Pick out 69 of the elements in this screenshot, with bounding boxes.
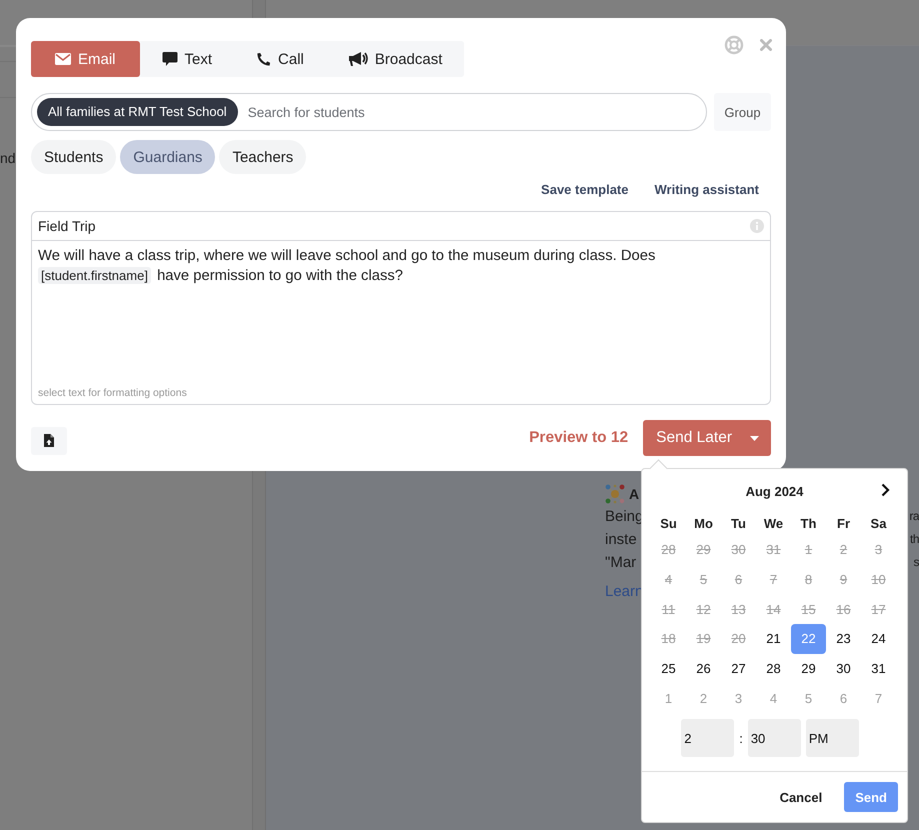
calendar-day[interactable]: 27 [721, 654, 756, 684]
month-title: Aug 2024 [746, 484, 804, 498]
period-field[interactable]: PM [806, 719, 859, 758]
cancel-button[interactable]: Cancel [774, 788, 828, 806]
calendar-day[interactable]: 6 [826, 683, 861, 714]
weekday-label: Mo [693, 515, 714, 533]
article-text: ra [909, 508, 919, 525]
calendar-day[interactable]: 29 [791, 654, 826, 684]
minute-field[interactable]: 30 [748, 719, 801, 758]
calendar-day[interactable]: 26 [686, 654, 721, 684]
recipient-field[interactable]: All families at RMT Test School Search for students [31, 93, 707, 131]
subject-field[interactable]: Field Trip [38, 218, 750, 234]
weekday-label: Fr [836, 515, 851, 533]
envelope-icon [55, 53, 71, 65]
audience-pill[interactable]: Teachers [219, 140, 306, 174]
calendar-day[interactable]: 1 [651, 683, 686, 714]
preview-link[interactable]: Preview to 12 [529, 429, 628, 447]
file-upload-icon [44, 434, 54, 447]
article-text: th [910, 531, 919, 548]
calendar-day[interactable]: 30 [826, 654, 861, 684]
calendar-day[interactable]: 2 [686, 683, 721, 714]
calendar-day[interactable]: 28 [756, 654, 791, 684]
time-separator: : [739, 730, 743, 746]
caret-icon [750, 436, 759, 440]
formatting-hint: select text for formatting options [37, 387, 188, 401]
calendar-day[interactable]: 21 [756, 624, 791, 654]
message-text: We will have a class trip, where we will leave school and go to the museum during class. Does [38, 248, 656, 264]
calendar-day[interactable]: 25 [651, 654, 686, 684]
action-link[interactable]: Save template [541, 182, 628, 197]
channel-tab[interactable]: Email [31, 41, 140, 77]
calendar-day[interactable]: 5 [791, 683, 826, 714]
megaphone-icon [348, 51, 368, 67]
message-text: have permission to go with the class? [157, 268, 403, 284]
attach-file-button[interactable] [31, 426, 67, 454]
audience-pill[interactable]: Students [31, 140, 116, 174]
calendar-day[interactable]: 31 [861, 654, 896, 684]
speech-bubble-icon [162, 51, 178, 67]
article-text: s [914, 554, 919, 571]
chevron-right-icon [881, 483, 890, 497]
calendar-day[interactable]: 4 [756, 683, 791, 714]
weekday-label: We [762, 515, 784, 533]
weekday-label: Th [800, 515, 818, 533]
phone-icon [256, 52, 272, 66]
message-editor[interactable]: Field Trip We will have a class trip, where we will leave school and go to the museum during class. Does [student.firstname] have permission to go with the class? select text for formatting options [31, 211, 771, 405]
network-dots-icon [605, 484, 625, 504]
close-icon[interactable] [760, 39, 772, 51]
calendar-day[interactable]: 23 [826, 624, 861, 654]
help-icon[interactable] [724, 35, 744, 55]
calendar-day[interactable]: 3 [721, 683, 756, 714]
weekday-label: Sa [870, 515, 888, 533]
calendar-day[interactable]: 7 [861, 683, 896, 714]
sidebar-text: nd [0, 150, 16, 166]
article-text: "Mar [605, 553, 636, 573]
next-month-button[interactable] [881, 483, 890, 497]
action-link[interactable]: Writing assistant [654, 182, 759, 197]
audience-pill[interactable]: Guardians [120, 140, 216, 174]
send-button[interactable]: Send [844, 782, 898, 812]
merge-tag[interactable]: [student.firstname] [38, 267, 151, 284]
weekday-label: Tu [730, 515, 747, 533]
calendar-day[interactable]: 22 [791, 624, 826, 654]
recipient-chip[interactable]: All families at RMT Test School [37, 98, 238, 126]
info-icon[interactable] [750, 219, 764, 233]
hour-field[interactable]: 2 [681, 719, 734, 758]
calendar-day[interactable]: 24 [861, 624, 896, 654]
article-text: inste [605, 530, 637, 550]
send-later-button[interactable]: Send Later [643, 420, 771, 456]
group-button[interactable]: Group [714, 93, 771, 131]
weekday-label: Su [659, 515, 678, 533]
article-heading: A [629, 486, 640, 502]
